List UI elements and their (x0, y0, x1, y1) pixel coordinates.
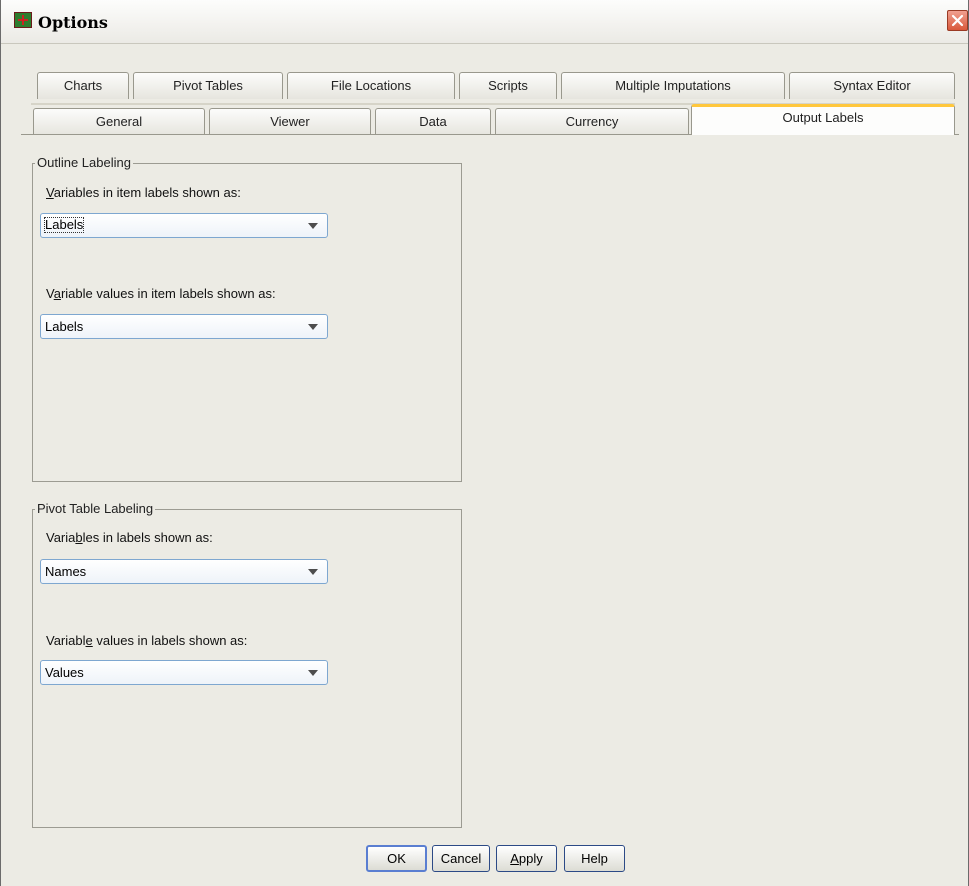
close-button[interactable] (947, 10, 968, 31)
pivot-table-labeling-legend: Pivot Table Labeling (35, 501, 156, 516)
chevron-down-icon (308, 670, 318, 676)
app-icon (14, 12, 32, 28)
outline-variables-select[interactable]: Labels (40, 213, 328, 238)
outline-variables-value: Labels (44, 217, 85, 233)
ok-button[interactable]: OK (366, 845, 427, 872)
outline-values-value: Labels (45, 319, 84, 334)
outline-values-label: Variable values in item labels shown as: (46, 286, 276, 301)
tab-data[interactable]: Data (375, 108, 491, 135)
pivot-values-value: Values (45, 665, 84, 680)
tab-charts[interactable]: Charts (37, 72, 129, 99)
apply-button[interactable]: Apply (496, 845, 557, 872)
pivot-variables-label: Variables in labels shown as: (46, 530, 213, 545)
chevron-down-icon (308, 569, 318, 575)
outline-values-select[interactable]: Labels (40, 314, 328, 339)
help-button[interactable]: Help (564, 845, 625, 872)
outline-variables-label: Variables in item labels shown as: (46, 185, 241, 200)
tab-file-locations[interactable]: File Locations (287, 72, 455, 99)
pivot-values-label: Variable values in labels shown as: (46, 633, 248, 648)
chevron-down-icon (308, 324, 318, 330)
tab-syntax-editor[interactable]: Syntax Editor (789, 72, 955, 99)
pivot-values-select[interactable]: Values (40, 660, 328, 685)
title-bar[interactable]: Options (1, 0, 968, 44)
tab-currency[interactable]: Currency (495, 108, 689, 135)
outline-labeling-legend: Outline Labeling (35, 155, 133, 170)
tab-output-labels[interactable]: Output Labels (691, 104, 955, 135)
options-dialog: Options Charts Pivot Tables File Locatio… (0, 0, 969, 886)
cancel-button[interactable]: Cancel (432, 845, 490, 872)
tab-viewer[interactable]: Viewer (209, 108, 371, 135)
tab-pivot-tables[interactable]: Pivot Tables (133, 72, 283, 99)
window-title: Options (38, 13, 108, 32)
pivot-variables-value: Names (45, 564, 87, 579)
tab-multiple-imputations[interactable]: Multiple Imputations (561, 72, 785, 99)
close-icon (951, 14, 964, 27)
tab-general[interactable]: General (33, 108, 205, 135)
pivot-variables-select[interactable]: Names (40, 559, 328, 584)
tab-scripts[interactable]: Scripts (459, 72, 557, 99)
chevron-down-icon (308, 223, 318, 229)
